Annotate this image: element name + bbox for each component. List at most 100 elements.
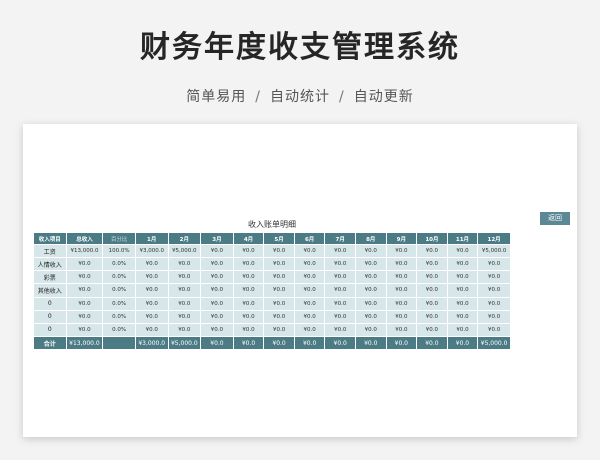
row-label[interactable]: 0 [33, 322, 67, 338]
table-cell[interactable]: ¥0.0 [446, 309, 479, 324]
table-cell[interactable]: ¥0.0 [232, 296, 265, 311]
table-cell[interactable]: 0.0% [102, 296, 136, 311]
table-cell[interactable]: ¥0.0 [167, 257, 202, 272]
row-label[interactable]: 0 [33, 309, 67, 324]
table-cell[interactable]: ¥0.0 [232, 270, 265, 285]
table-cell[interactable]: ¥0.0 [416, 283, 448, 298]
table-cell[interactable]: 0.0% [102, 257, 136, 272]
table-cell[interactable]: ¥0.0 [263, 257, 295, 272]
table-cell[interactable]: ¥0.0 [293, 309, 326, 324]
table-cell[interactable]: ¥0.0 [446, 296, 479, 311]
table-cell[interactable]: ¥0.0 [446, 243, 479, 259]
table-cell[interactable]: ¥0.0 [134, 283, 169, 298]
table-cell[interactable]: ¥0.0 [65, 296, 104, 311]
row-label[interactable]: 0 [33, 296, 67, 311]
table-cell[interactable]: ¥0.0 [65, 270, 104, 285]
table-cell[interactable]: ¥0.0 [324, 283, 356, 298]
table-cell[interactable]: ¥0.0 [477, 257, 511, 272]
table-cell[interactable]: ¥0.0 [65, 309, 104, 324]
table-cell[interactable]: ¥0.0 [416, 296, 448, 311]
table-cell[interactable]: ¥5,000.0 [167, 243, 202, 259]
row-label[interactable]: 人情收入 [33, 257, 67, 272]
table-cell[interactable]: ¥0.0 [134, 257, 169, 272]
table-cell[interactable]: ¥0.0 [293, 296, 326, 311]
table-cell[interactable]: ¥0.0 [385, 243, 418, 259]
table-cell[interactable]: 100.0% [102, 243, 136, 259]
table-cell[interactable]: ¥0.0 [200, 243, 234, 259]
table-cell[interactable]: ¥0.0 [477, 270, 511, 285]
table-cell[interactable]: ¥0.0 [385, 257, 418, 272]
table-cell[interactable]: ¥0.0 [293, 322, 326, 338]
table-cell[interactable]: ¥0.0 [446, 270, 479, 285]
table-cell[interactable]: ¥0.0 [134, 296, 169, 311]
table-cell[interactable]: ¥0.0 [263, 322, 295, 338]
table-cell[interactable]: ¥0.0 [416, 270, 448, 285]
table-cell[interactable]: ¥0.0 [354, 309, 387, 324]
table-cell[interactable]: ¥0.0 [293, 270, 326, 285]
table-cell[interactable]: ¥0.0 [446, 322, 479, 338]
table-cell[interactable]: ¥0.0 [65, 283, 104, 298]
table-cell[interactable]: ¥0.0 [200, 283, 234, 298]
table-cell[interactable]: ¥0.0 [416, 257, 448, 272]
table-cell[interactable]: ¥0.0 [324, 296, 356, 311]
table-cell[interactable]: ¥0.0 [134, 322, 169, 338]
table-cell[interactable]: ¥0.0 [446, 283, 479, 298]
table-cell[interactable]: ¥0.0 [263, 296, 295, 311]
back-button[interactable]: 返回 [540, 212, 570, 225]
table-cell[interactable]: ¥0.0 [65, 257, 104, 272]
table-cell[interactable]: ¥0.0 [167, 270, 202, 285]
table-cell[interactable]: ¥3,000.0 [134, 243, 169, 259]
table-cell[interactable]: ¥0.0 [167, 322, 202, 338]
table-cell[interactable]: ¥0.0 [416, 309, 448, 324]
table-cell[interactable]: ¥0.0 [134, 270, 169, 285]
table-cell[interactable]: ¥0.0 [167, 283, 202, 298]
table-cell[interactable]: ¥0.0 [324, 243, 356, 259]
table-cell[interactable]: ¥0.0 [232, 309, 265, 324]
table-cell[interactable]: ¥0.0 [263, 309, 295, 324]
table-cell[interactable]: 0.0% [102, 322, 136, 338]
table-cell[interactable]: 0.0% [102, 283, 136, 298]
table-cell[interactable]: ¥0.0 [354, 283, 387, 298]
table-cell[interactable]: ¥0.0 [354, 270, 387, 285]
table-cell[interactable]: ¥0.0 [167, 296, 202, 311]
table-cell[interactable]: ¥0.0 [324, 322, 356, 338]
table-cell[interactable]: ¥0.0 [200, 257, 234, 272]
table-cell[interactable]: ¥0.0 [354, 243, 387, 259]
table-cell[interactable]: ¥0.0 [385, 270, 418, 285]
table-cell[interactable]: ¥0.0 [385, 283, 418, 298]
table-cell[interactable]: ¥0.0 [293, 283, 326, 298]
table-cell[interactable]: ¥13,000.0 [65, 243, 104, 259]
table-cell[interactable]: ¥0.0 [232, 322, 265, 338]
table-cell[interactable]: ¥0.0 [263, 243, 295, 259]
table-cell[interactable]: ¥0.0 [200, 322, 234, 338]
table-cell[interactable]: ¥0.0 [200, 309, 234, 324]
row-label[interactable]: 工资 [33, 243, 67, 259]
table-cell[interactable]: ¥0.0 [354, 296, 387, 311]
table-cell[interactable]: ¥0.0 [324, 270, 356, 285]
table-cell[interactable]: ¥0.0 [293, 257, 326, 272]
table-cell[interactable]: ¥0.0 [232, 257, 265, 272]
table-cell[interactable]: ¥0.0 [232, 283, 265, 298]
table-cell[interactable]: ¥0.0 [416, 322, 448, 338]
table-cell[interactable]: ¥0.0 [167, 309, 202, 324]
table-cell[interactable]: ¥0.0 [324, 309, 356, 324]
table-cell[interactable]: ¥0.0 [477, 283, 511, 298]
table-cell[interactable]: ¥0.0 [200, 270, 234, 285]
table-cell[interactable]: ¥0.0 [200, 296, 234, 311]
table-cell[interactable]: ¥0.0 [134, 309, 169, 324]
table-cell[interactable]: ¥0.0 [446, 257, 479, 272]
table-cell[interactable]: ¥0.0 [65, 322, 104, 338]
table-cell[interactable]: 0.0% [102, 270, 136, 285]
row-label[interactable]: 其他收入 [33, 283, 67, 298]
table-cell[interactable]: ¥0.0 [385, 322, 418, 338]
table-cell[interactable]: 0.0% [102, 309, 136, 324]
table-cell[interactable]: ¥0.0 [263, 270, 295, 285]
table-cell[interactable]: ¥0.0 [416, 243, 448, 259]
table-cell[interactable]: ¥0.0 [385, 309, 418, 324]
table-cell[interactable]: ¥0.0 [385, 296, 418, 311]
table-cell[interactable]: ¥0.0 [354, 322, 387, 338]
table-cell[interactable]: ¥0.0 [293, 243, 326, 259]
table-cell[interactable]: ¥5,000.0 [477, 243, 511, 259]
table-cell[interactable]: ¥0.0 [477, 296, 511, 311]
table-cell[interactable]: ¥0.0 [263, 283, 295, 298]
